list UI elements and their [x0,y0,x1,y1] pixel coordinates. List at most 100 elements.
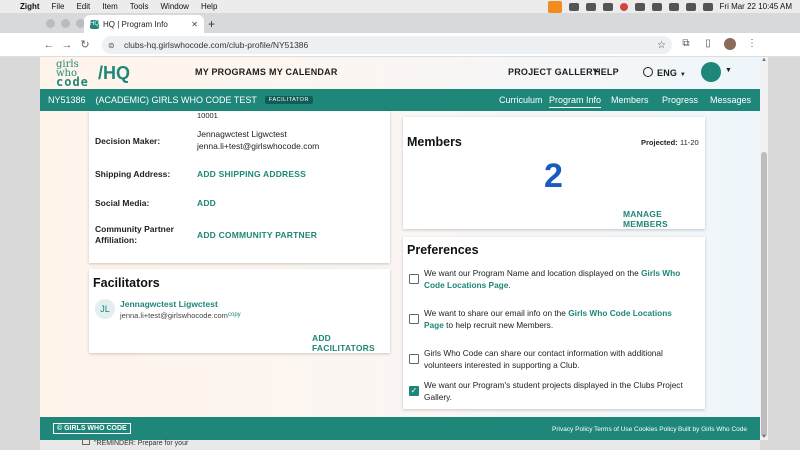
reload-icon[interactable]: ↻ [76,38,94,51]
scroll-down-icon[interactable]: ▼ [760,434,768,440]
projected-value: 11-20 [680,138,699,147]
status-icon[interactable] [568,2,579,11]
menu-app-name[interactable]: Zight [20,2,40,11]
preference-text: We want to share our email info on the G… [424,308,672,330]
favicon-icon: HQ [90,19,99,29]
language-selector[interactable]: ENG ▼ [643,67,686,78]
footer-brand[interactable]: © GIRLS WHO CODE [53,423,131,434]
club-id: NY51386 [48,95,86,105]
preference-text: Girls Who Code can share our contact inf… [424,348,663,370]
facilitator-name-link[interactable]: Jennagwctest Ligwctest [120,299,218,309]
preference-text: We want our Program Name and location di… [424,268,681,290]
partial-zip-text: 10001 [197,111,218,120]
add-social-media-button[interactable]: ADD [197,198,216,208]
manage-members-button[interactable]: MANAGE MEMBERS [623,209,705,229]
gwc-logo-mark: girls who code [56,59,96,89]
sidebar-icon[interactable]: ▯ [702,38,714,50]
status-icon[interactable] [602,2,613,11]
preference-checkbox-contact[interactable] [409,354,419,364]
gwc-hq-logo[interactable]: girls who code /HQ [56,59,131,89]
menu-tools[interactable]: Tools [130,2,149,11]
battery-icon[interactable] [651,2,662,11]
logo-line-2: code [56,74,89,89]
logo-hq: /HQ [98,62,131,83]
add-shipping-address-button[interactable]: ADD SHIPPING ADDRESS [197,169,306,179]
record-icon[interactable] [619,2,628,11]
facilitator-avatar: JL [95,299,115,319]
browser-tab-bar: HQ HQ | Program Info ✕ + [0,13,800,33]
chevron-down-icon[interactable]: ▼ [725,67,732,74]
copy-email-button[interactable]: copy [228,312,241,318]
extensions-icon[interactable]: ⧉ [680,38,692,50]
member-count: 2 [544,157,563,195]
menu-item[interactable]: Item [102,2,118,11]
close-tab-icon[interactable]: ✕ [191,20,198,29]
browser-tab[interactable]: HQ HQ | Program Info ✕ [84,15,204,33]
site-footer: © GIRLS WHO CODE Privacy Policy Terms of… [40,417,760,440]
add-community-partner-button[interactable]: ADD COMMUNITY PARTNER [197,230,317,240]
community-partner-label: Community Partner [95,224,174,234]
terms-of-use-link[interactable]: Terms of Use [594,426,632,433]
back-icon[interactable]: ← [40,39,58,51]
profile-avatar[interactable] [724,38,736,50]
menu-window[interactable]: Window [160,2,188,11]
chevron-down-icon: ▼ [679,72,686,78]
page-viewport: girls who code /HQ MY PROGRAMS MY CALEND… [40,57,760,440]
tab-members[interactable]: Members [611,95,649,105]
menu-file[interactable]: File [52,2,65,11]
privacy-policy-link[interactable]: Privacy Policy [552,426,592,433]
minimize-window-button[interactable] [61,19,70,28]
new-tab-icon[interactable]: + [208,17,215,31]
preference-checkbox-email[interactable] [409,314,419,324]
scroll-up-icon[interactable]: ▲ [760,57,768,63]
browser-toolbar: ← → ↻ ⊜ clubs-hq.girlswhocode.com/club-p… [0,33,800,57]
site-info-icon[interactable]: ⊜ [108,41,118,50]
tab-messages[interactable]: Messages [710,95,751,105]
address-bar[interactable]: ⊜ clubs-hq.girlswhocode.com/club-profile… [102,36,672,54]
club-bar: NY51386 (ACADEMIC) GIRLS WHO CODE TEST F… [40,89,760,111]
search-icon[interactable] [685,2,696,11]
preferences-title: Preferences [407,243,479,257]
add-facilitators-button[interactable]: ADD FACILITATORS [312,333,390,353]
preference-text: We want our Program's student projects d… [424,380,683,402]
facilitators-title: Facilitators [93,276,160,290]
nav-my-programs[interactable]: MY PROGRAMS [195,67,266,77]
preference-checkbox-gallery[interactable]: ✓ [409,386,419,396]
tab-progress[interactable]: Progress [662,95,698,105]
tab-program-info[interactable]: Program Info [549,95,602,108]
scrollbar-thumb[interactable] [761,152,767,437]
microphone-icon[interactable] [547,0,562,13]
role-badge: FACILITATOR [264,96,313,104]
nav-help[interactable]: HELP [594,67,619,77]
close-window-button[interactable] [46,19,55,28]
notification-item[interactable]: "REMINDER: Prepare for your [82,439,188,447]
forward-icon[interactable]: → [58,39,76,51]
status-icon[interactable] [634,2,645,11]
wifi-icon[interactable] [668,2,679,11]
members-card: Members Projected: 11-20 2 MANAGE MEMBER… [403,117,705,229]
globe-icon [643,67,653,77]
notification-strip: "REMINDER: Prepare for your [40,439,760,450]
cookies-policy-link[interactable]: Cookies Policy [634,426,677,433]
menubar-datetime[interactable]: Fri Mar 22 10:45 AM [720,2,792,11]
browser-menu-icon[interactable]: ⋮ [746,38,758,50]
decision-maker-label: Decision Maker: [95,136,161,146]
user-avatar[interactable] [701,62,721,82]
window-controls [46,19,85,28]
nav-project-gallery[interactable]: PROJECT GALLERY [508,67,599,77]
menu-help[interactable]: Help [201,2,217,11]
club-name: (ACADEMIC) GIRLS WHO CODE TEST [95,95,257,105]
projected-label: Projected: [641,138,678,147]
bookmark-star-icon[interactable]: ☆ [657,40,666,51]
url-text[interactable]: clubs-hq.girlswhocode.com/club-profile/N… [124,40,308,50]
page-scrollbar[interactable]: ▲ ▼ [760,57,768,440]
social-media-label: Social Media: [95,198,150,208]
nav-my-calendar[interactable]: MY CALENDAR [269,67,338,77]
control-center-icon[interactable] [702,2,713,11]
preference-checkbox-location[interactable] [409,274,419,284]
built-by-link[interactable]: Built by Girls Who Code [678,426,747,433]
menu-edit[interactable]: Edit [76,2,90,11]
shipping-address-label: Shipping Address: [95,169,171,179]
tab-curriculum[interactable]: Curriculum [499,95,543,105]
status-icon[interactable] [585,2,596,11]
